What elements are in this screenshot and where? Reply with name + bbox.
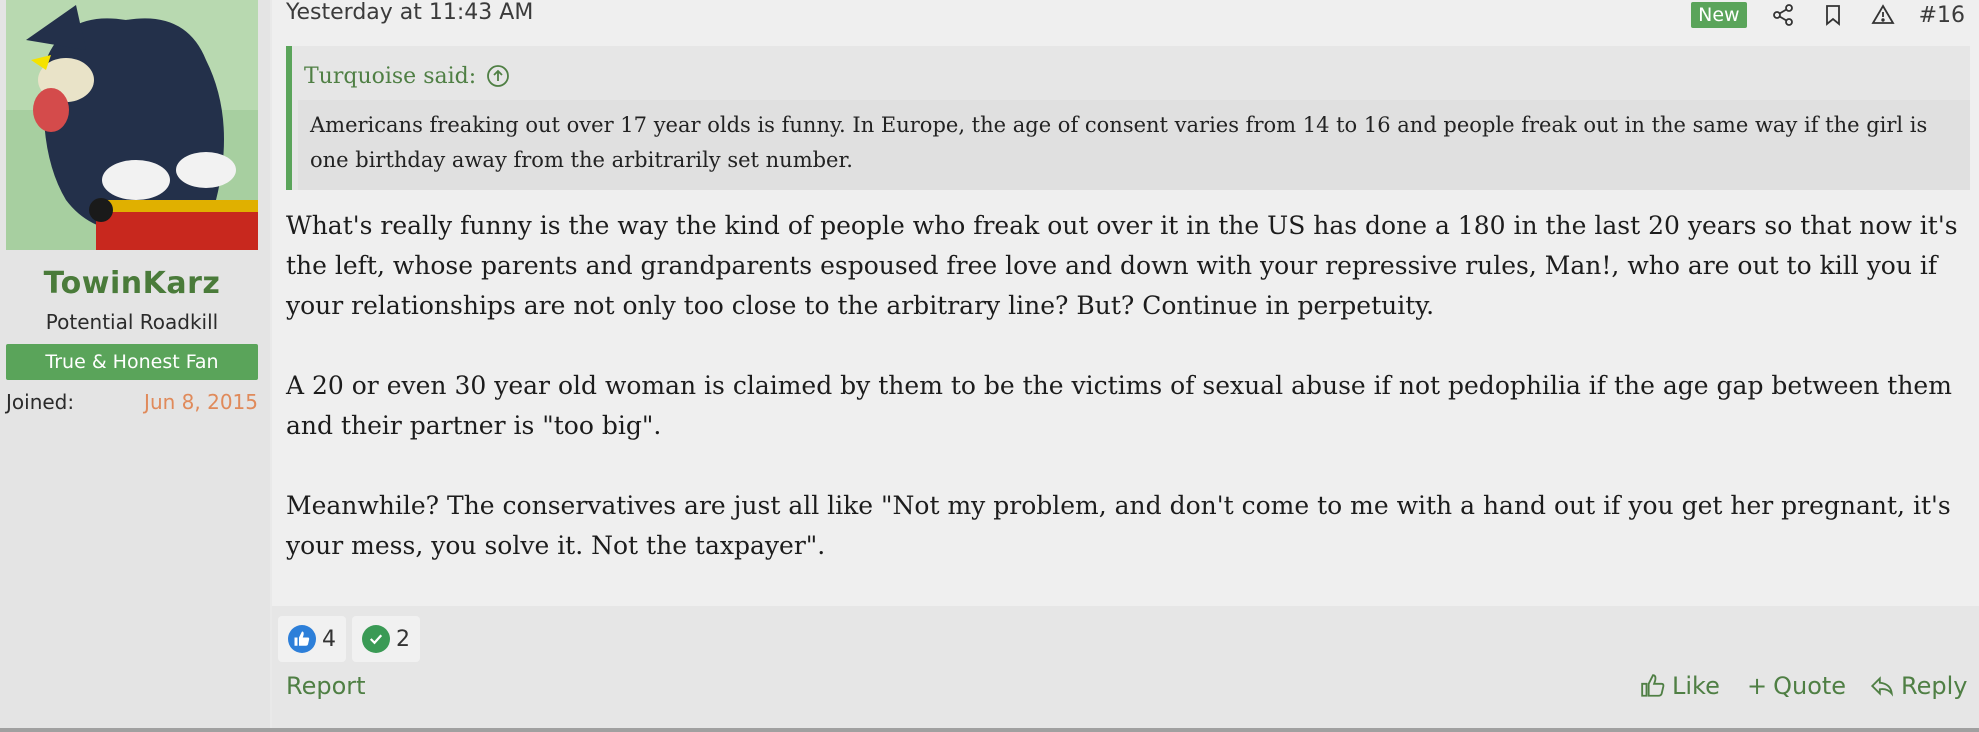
- reaction-agree[interactable]: 2: [352, 616, 420, 662]
- thumbs-up-icon: [1641, 674, 1665, 697]
- quote-button[interactable]: + Quote: [1747, 672, 1846, 700]
- reply-button[interactable]: Reply: [1869, 672, 1967, 700]
- quote-text: Americans freaking out over 17 year olds…: [298, 100, 1970, 190]
- reactions-bar: 4 2: [278, 616, 420, 662]
- report-link[interactable]: Report: [286, 672, 366, 700]
- like-button[interactable]: Like: [1640, 672, 1720, 700]
- post-content: Yesterday at 11:43 AM New #16 Turquoise …: [272, 0, 1979, 606]
- post-paragraph: Meanwhile? The conservatives are just al…: [286, 491, 1951, 560]
- post-number[interactable]: #16: [1919, 3, 1965, 28]
- share-icon[interactable]: [1769, 1, 1797, 29]
- quote-header[interactable]: Turquoise said:: [304, 56, 510, 96]
- agree-count: 2: [396, 626, 410, 652]
- thumbs-up-icon: [288, 625, 316, 653]
- username[interactable]: TowinKarz: [0, 266, 264, 301]
- joined-date: Jun 8, 2015: [144, 390, 258, 414]
- joined-label: Joined:: [6, 390, 75, 414]
- joined-row: Joined: Jun 8, 2015: [6, 390, 258, 414]
- bookmark-icon[interactable]: [1819, 1, 1847, 29]
- quote-label: Quote: [1773, 672, 1847, 700]
- plus-icon: +: [1747, 672, 1768, 700]
- post-tools: New #16: [1691, 0, 1965, 30]
- post-footer: 4 2 Report Like + Quote Reply: [272, 606, 1979, 728]
- arrow-up-circle-icon[interactable]: [486, 64, 510, 88]
- post-body: What's really funny is the way the kind …: [286, 206, 1976, 606]
- post-date[interactable]: Yesterday at 11:43 AM: [286, 0, 533, 25]
- reply-arrow-icon: [1870, 676, 1894, 697]
- like-count: 4: [322, 626, 336, 652]
- reaction-like[interactable]: 4: [278, 616, 346, 662]
- quote-block: Turquoise said: Americans freaking out o…: [286, 46, 1970, 190]
- user-title: Potential Roadkill: [45, 310, 219, 334]
- post-paragraph: What's really funny is the way the kind …: [286, 211, 1958, 320]
- checkmark-icon: [362, 625, 390, 653]
- user-sidebar: TowinKarz Potential Roadkill True & Hone…: [0, 0, 270, 728]
- avatar-image: [6, 0, 258, 250]
- user-banner: True & Honest Fan: [6, 344, 258, 380]
- post-paragraph: A 20 or even 30 year old woman is claime…: [286, 371, 1952, 440]
- divider: [0, 728, 1979, 732]
- like-label: Like: [1672, 672, 1720, 700]
- quote-author[interactable]: Turquoise said:: [304, 64, 476, 89]
- new-badge: New: [1691, 2, 1747, 28]
- report-warning-icon[interactable]: [1869, 1, 1897, 29]
- reply-label: Reply: [1901, 672, 1968, 700]
- avatar[interactable]: [6, 0, 258, 250]
